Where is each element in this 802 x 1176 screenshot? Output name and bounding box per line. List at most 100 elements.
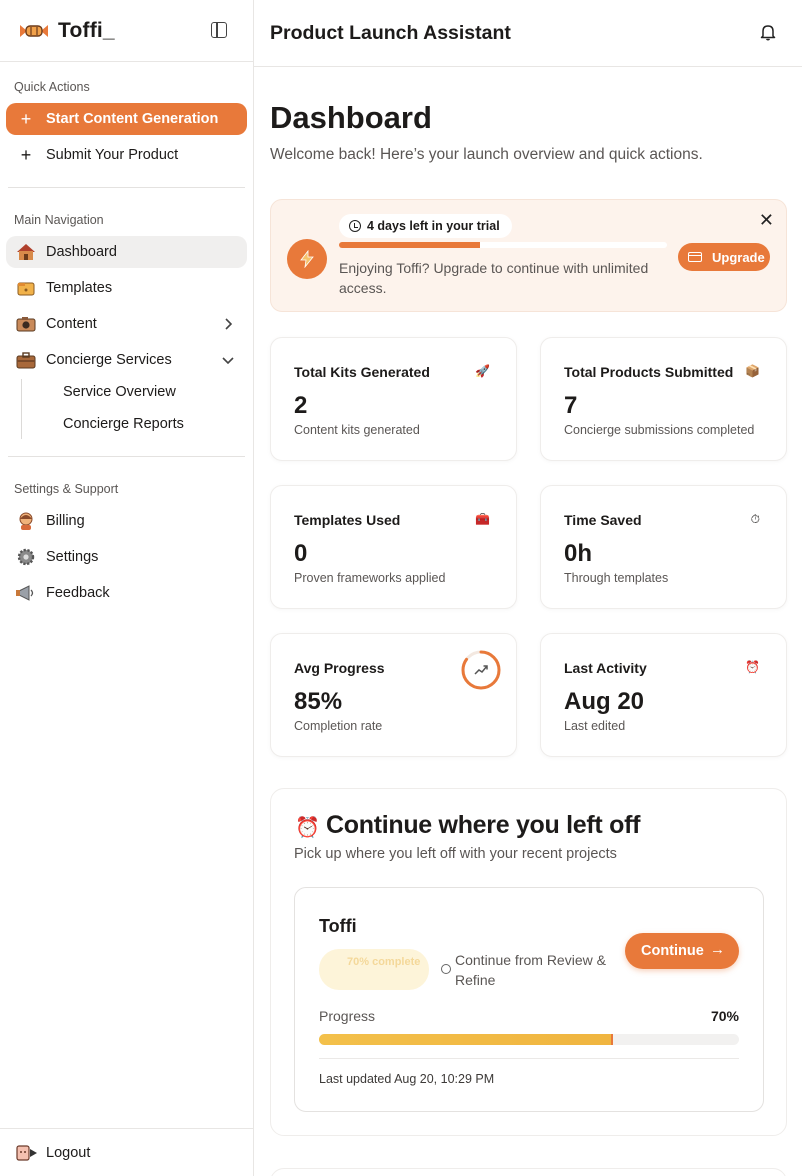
stat-subtitle: Content kits generated bbox=[294, 423, 420, 437]
logout-label: Logout bbox=[46, 1144, 91, 1161]
stat-card-templates-used: Templates Used 🧰 0 Proven frameworks app… bbox=[270, 485, 517, 609]
project-completion-badge: 70% complete bbox=[319, 949, 429, 990]
sidebar-item-concierge-services[interactable]: Concierge Services bbox=[6, 344, 247, 376]
bell-icon[interactable] bbox=[760, 23, 776, 41]
continue-subtitle: Pick up where you left off with your rec… bbox=[294, 846, 617, 862]
clock-icon bbox=[441, 964, 451, 974]
stat-value: 7 bbox=[564, 392, 578, 419]
arrow-right-icon: → bbox=[710, 941, 725, 958]
sidebar-item-label: Concierge Services bbox=[46, 352, 172, 368]
house-icon bbox=[16, 242, 36, 262]
stat-value: 85% bbox=[294, 688, 343, 715]
trial-days-left-pill: 4 days left in your trial bbox=[339, 214, 512, 238]
stat-value: 0 bbox=[294, 540, 308, 567]
stat-subtitle: Proven frameworks applied bbox=[294, 571, 446, 585]
upgrade-label: Upgrade bbox=[712, 249, 765, 265]
alarm-clock-icon: ⏰ bbox=[295, 817, 320, 839]
stat-card-total-products: Total Products Submitted 📦 7 Concierge s… bbox=[540, 337, 787, 461]
stat-title: Avg Progress bbox=[294, 660, 385, 676]
submit-product-button[interactable]: + Submit Your Product bbox=[6, 139, 247, 171]
plus-icon: + bbox=[20, 108, 32, 129]
logout-icon bbox=[16, 1144, 37, 1161]
stat-subtitle: Completion rate bbox=[294, 719, 383, 733]
stat-card-last-activity: Last Activity ⏰ Aug 20 Last edited bbox=[540, 633, 787, 757]
logout-button[interactable]: Logout bbox=[0, 1128, 253, 1176]
stat-subtitle: Last edited bbox=[564, 719, 626, 733]
stat-card-total-kits: Total Kits Generated 🚀 2 Content kits ge… bbox=[270, 337, 517, 461]
sidebar-item-settings[interactable]: Settings bbox=[6, 541, 247, 573]
project-card[interactable]: Toffi 70% complete Continue from Review … bbox=[294, 887, 764, 1112]
sidebar-item-label: Dashboard bbox=[46, 244, 117, 260]
chevron-right-icon bbox=[221, 317, 235, 331]
submit-product-label: Submit Your Product bbox=[46, 147, 179, 163]
trial-message: Enjoying Toffi? Upgrade to continue with… bbox=[339, 260, 649, 296]
megaphone-icon bbox=[16, 583, 36, 603]
brand-name: Toffi_ bbox=[58, 18, 115, 42]
stat-subtitle: Concierge submissions completed bbox=[564, 423, 755, 437]
sidebar-item-billing[interactable]: Billing bbox=[6, 505, 247, 537]
progress-label: Progress bbox=[319, 1008, 376, 1024]
camera-icon bbox=[16, 314, 36, 334]
close-icon[interactable]: ✕ bbox=[759, 210, 774, 231]
sidebar: Toffi_ Quick Actions + Start Content Gen… bbox=[0, 0, 254, 1176]
brand: Toffi_ bbox=[0, 0, 253, 62]
sidebar-item-label: Content bbox=[46, 316, 97, 332]
stat-value: 0h bbox=[564, 540, 593, 567]
progress-value: 70% bbox=[710, 1008, 739, 1024]
progress-ring bbox=[461, 650, 501, 690]
upgrade-button[interactable]: Upgrade bbox=[678, 243, 770, 271]
sidebar-item-label: Feedback bbox=[46, 585, 110, 601]
continue-button[interactable]: Continue → bbox=[625, 933, 739, 969]
package-icon: 📦 bbox=[745, 364, 760, 378]
sidebar-toggle-icon[interactable] bbox=[211, 22, 227, 38]
stat-title: Templates Used bbox=[294, 512, 401, 528]
stat-subtitle: Through templates bbox=[564, 571, 669, 585]
toolbox-icon: 🧰 bbox=[475, 512, 490, 526]
divider bbox=[8, 187, 245, 188]
sidebar-item-label: Templates bbox=[46, 280, 113, 296]
main-navigation-label: Main Navigation bbox=[14, 213, 104, 227]
sidebar-item-concierge-reports[interactable]: Concierge Reports bbox=[0, 408, 253, 440]
stat-title: Total Kits Generated bbox=[294, 364, 430, 380]
stat-card-avg-progress: Avg Progress 85% Completion rate bbox=[270, 633, 517, 757]
plus-icon: + bbox=[20, 144, 32, 165]
stat-title: Total Products Submitted bbox=[564, 364, 734, 380]
continue-button-label: Continue bbox=[641, 943, 704, 959]
next-section-card bbox=[270, 1168, 787, 1176]
stopwatch-icon: ⏱ bbox=[750, 512, 760, 526]
clock-icon bbox=[349, 220, 361, 232]
project-progress-bar bbox=[319, 1034, 739, 1045]
sidebar-item-content[interactable]: Content bbox=[6, 308, 247, 340]
quick-actions-label: Quick Actions bbox=[14, 80, 90, 94]
sidebar-item-templates[interactable]: Templates bbox=[6, 272, 247, 304]
lightning-icon bbox=[287, 239, 327, 279]
gear-icon bbox=[16, 547, 36, 567]
continue-title: Continue where you left off bbox=[326, 811, 641, 839]
template-icon bbox=[16, 278, 36, 298]
sidebar-item-label: Billing bbox=[46, 513, 85, 529]
page-header-title: Product Launch Assistant bbox=[270, 21, 511, 44]
stat-title: Time Saved bbox=[564, 512, 642, 528]
trial-days-left-text: 4 days left in your trial bbox=[367, 219, 500, 233]
candy-logo-icon bbox=[20, 24, 48, 37]
chevron-down-icon bbox=[221, 353, 235, 367]
settings-support-label: Settings & Support bbox=[14, 482, 119, 496]
stat-value: 2 bbox=[294, 392, 308, 419]
project-name: Toffi bbox=[319, 916, 357, 936]
sidebar-item-label: Settings bbox=[46, 549, 99, 565]
divider bbox=[8, 456, 245, 457]
top-bar: Product Launch Assistant bbox=[254, 0, 802, 67]
project-progress-fill bbox=[319, 1034, 613, 1045]
page-subtitle: Welcome back! Here’s your launch overvie… bbox=[270, 146, 703, 163]
sidebar-item-feedback[interactable]: Feedback bbox=[6, 577, 247, 609]
credit-card-icon bbox=[688, 252, 702, 262]
rocket-icon: 🚀 bbox=[475, 364, 490, 378]
page-title: Dashboard bbox=[270, 100, 432, 135]
sidebar-item-dashboard[interactable]: Dashboard bbox=[6, 236, 247, 268]
last-updated: Last updated Aug 20, 10:29 PM bbox=[319, 1072, 495, 1086]
sidebar-item-service-overview[interactable]: Service Overview bbox=[0, 376, 253, 408]
stat-card-time-saved: Time Saved ⏱ 0h Through templates bbox=[540, 485, 787, 609]
trend-up-icon bbox=[474, 665, 488, 675]
start-content-generation-button[interactable]: + Start Content Generation bbox=[6, 103, 247, 135]
start-content-generation-label: Start Content Generation bbox=[46, 111, 219, 127]
